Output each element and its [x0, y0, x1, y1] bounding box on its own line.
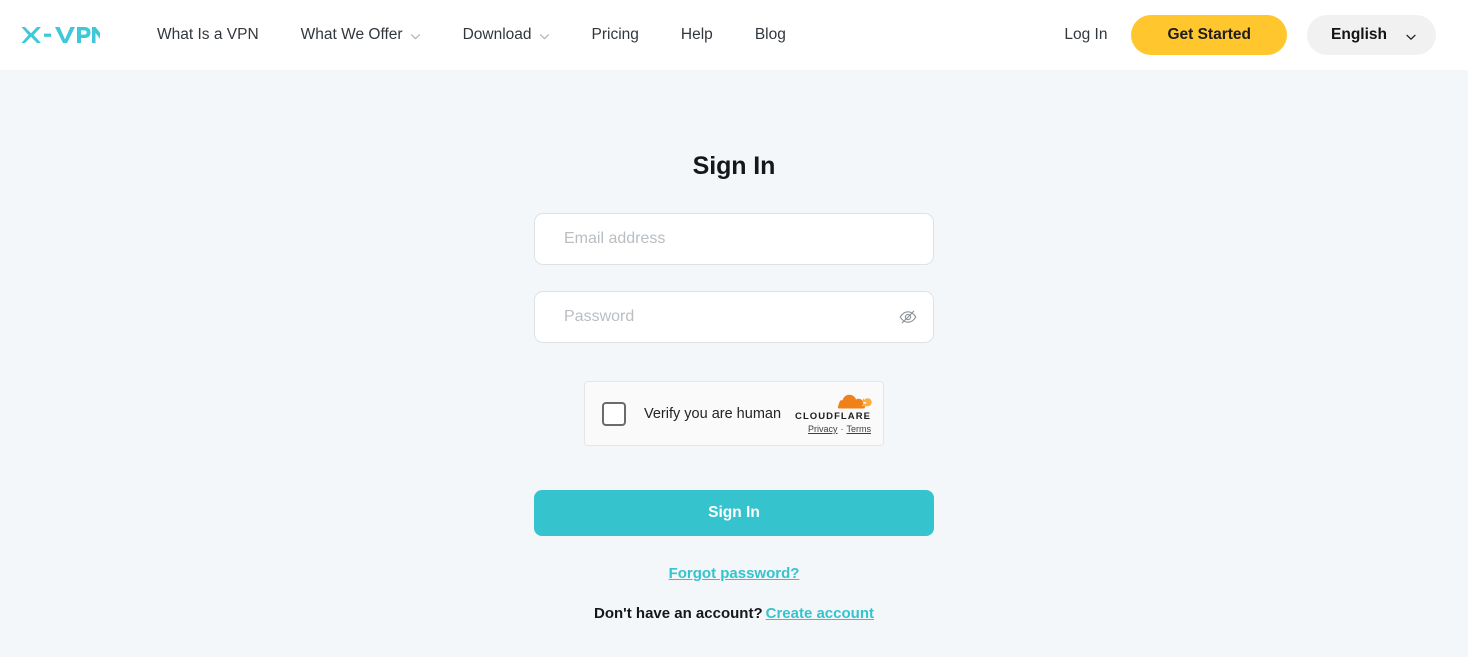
- nav-label: Pricing: [591, 26, 639, 43]
- nav-label: What Is a VPN: [157, 26, 259, 43]
- nav-item-what-is-a-vpn[interactable]: What Is a VPN: [136, 0, 280, 70]
- password-field-wrapper: [534, 291, 934, 343]
- sign-in-button[interactable]: Sign In: [534, 490, 934, 536]
- nav-item-what-we-offer[interactable]: What We Offer: [280, 0, 442, 70]
- eye-off-glyph: [899, 310, 917, 324]
- verify-human-label: Verify you are human: [644, 405, 782, 422]
- turnstile-privacy-link[interactable]: Privacy: [808, 424, 838, 434]
- chevron-down-icon: [410, 31, 421, 42]
- email-field-wrapper: [534, 213, 934, 265]
- turnstile-separator: ·: [840, 423, 844, 434]
- language-selector[interactable]: English: [1307, 15, 1436, 55]
- language-label: English: [1331, 26, 1387, 43]
- header-actions: Log In Get Started English: [1064, 15, 1448, 55]
- turnstile-legal-links: Privacy · Terms: [808, 423, 872, 434]
- create-account-link[interactable]: Create account: [766, 605, 874, 622]
- eye-off-icon[interactable]: [894, 303, 922, 331]
- signin-form: [534, 213, 934, 343]
- nav-item-help[interactable]: Help: [660, 0, 734, 70]
- nav-item-blog[interactable]: Blog: [734, 0, 807, 70]
- nav-label: Help: [680, 26, 713, 43]
- site-header: What Is a VPN What We Offer Download Pri…: [0, 0, 1468, 70]
- forgot-password-link[interactable]: Forgot password?: [669, 565, 800, 582]
- chevron-down-icon: [539, 31, 550, 42]
- chevron-down-icon: [1405, 31, 1416, 42]
- xvpn-logo[interactable]: [20, 23, 100, 47]
- main-navigation: What Is a VPN What We Offer Download Pri…: [136, 0, 807, 70]
- cloudflare-branding: CLOUDFLARE Privacy · Terms: [795, 393, 872, 434]
- cloudflare-turnstile-widget: Verify you are human CLOUDFLARE Privacy …: [584, 381, 884, 446]
- email-input[interactable]: [534, 213, 934, 265]
- nav-item-pricing[interactable]: Pricing: [571, 0, 660, 70]
- cloudflare-wordmark: CLOUDFLARE: [795, 411, 871, 423]
- get-started-button[interactable]: Get Started: [1131, 15, 1288, 55]
- signin-page: Sign In Verify you are human: [0, 70, 1468, 657]
- nav-label: Download: [462, 26, 532, 43]
- signup-prompt-row: Don't have an account? Create account: [594, 605, 874, 622]
- login-link[interactable]: Log In: [1064, 26, 1107, 44]
- password-input[interactable]: [534, 291, 934, 343]
- nav-label: What We Offer: [300, 26, 403, 43]
- nav-label: Blog: [754, 26, 786, 43]
- nav-item-download[interactable]: Download: [442, 0, 571, 70]
- signup-prompt-text: Don't have an account?: [594, 605, 763, 622]
- xvpn-logo-icon: [21, 27, 100, 43]
- verify-human-checkbox[interactable]: [602, 401, 626, 426]
- page-title: Sign In: [692, 152, 776, 180]
- turnstile-terms-link[interactable]: Terms: [847, 424, 872, 434]
